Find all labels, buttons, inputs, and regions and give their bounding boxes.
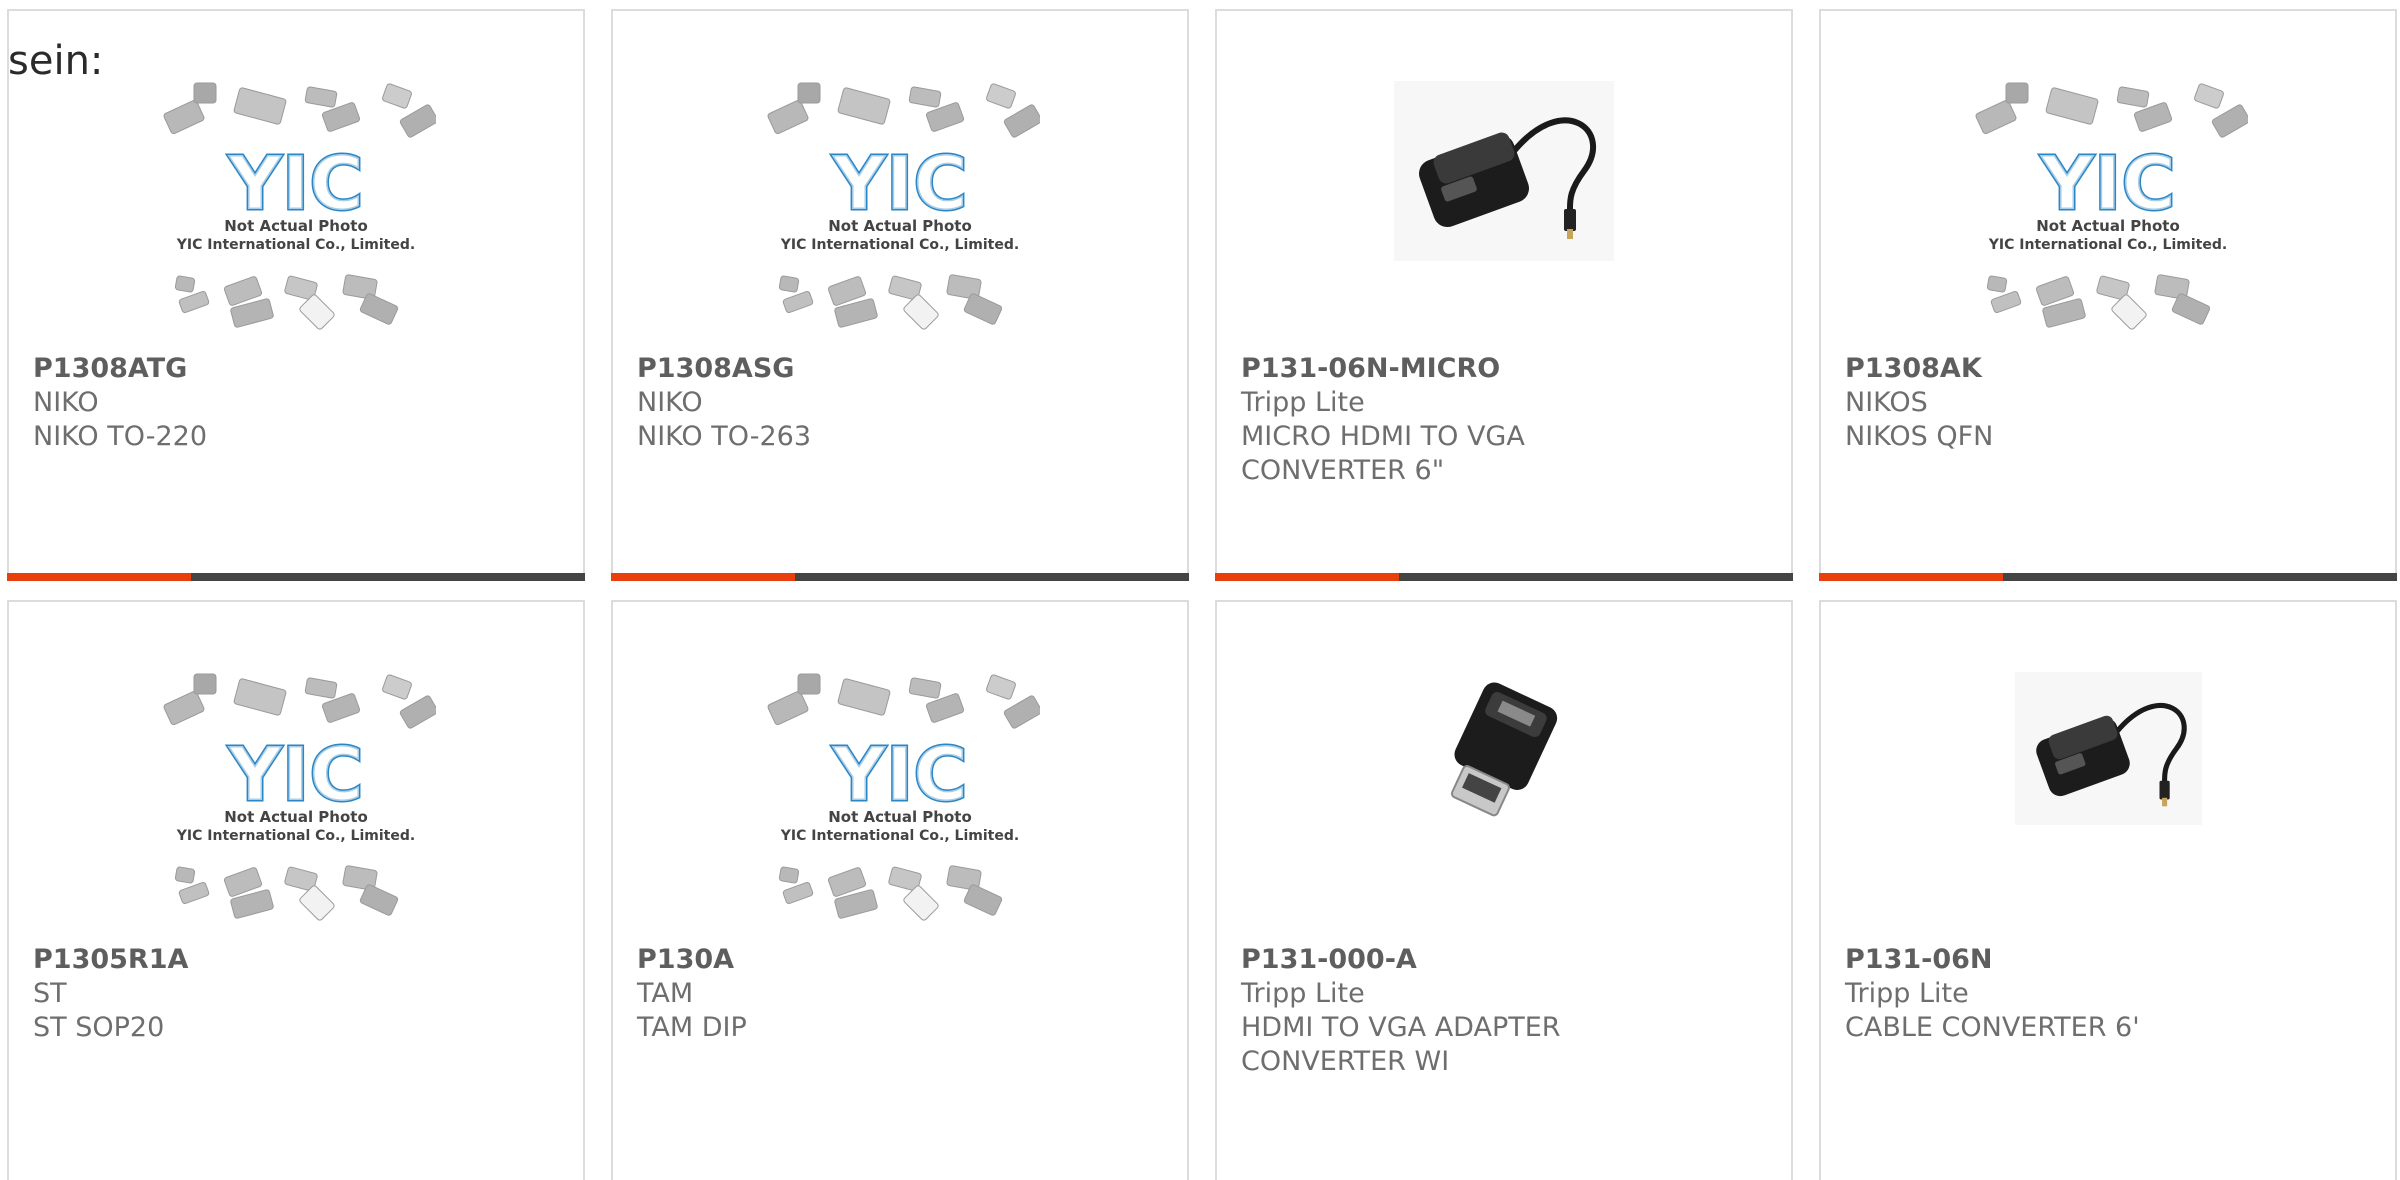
card-accent-bar bbox=[1819, 573, 2397, 581]
product-image[interactable] bbox=[1821, 672, 2395, 942]
product-card[interactable]: YIC YIC Not Actual Photo YIC International … bbox=[7, 600, 585, 1180]
svg-text:YIC: YIC bbox=[831, 141, 967, 227]
accent-segment bbox=[1215, 573, 1399, 581]
description-text: CABLE CONVERTER 6' bbox=[1845, 1012, 2140, 1043]
product-image[interactable]: YIC YIC Not Actual Photo YIC International … bbox=[613, 672, 1187, 942]
part-number-link[interactable]: P131-000-A bbox=[1241, 943, 1767, 977]
overflow-label-text: sein: bbox=[8, 38, 104, 84]
brand-label: NIKOS bbox=[1845, 387, 1928, 418]
svg-text:YIC International Co., Limited: YIC International Co., Limited. bbox=[1988, 237, 2227, 253]
brand-label: NIKO bbox=[33, 387, 99, 418]
description-text: ST SOP20 bbox=[33, 1012, 165, 1043]
product-image[interactable]: YIC YIC Not Actual Photo YIC International … bbox=[1821, 81, 2395, 351]
part-number-link[interactable]: P1305R1A bbox=[33, 943, 559, 977]
brand-label: ST bbox=[33, 978, 67, 1009]
svg-text:Not Actual Photo: Not Actual Photo bbox=[828, 217, 972, 235]
product-card[interactable]: P131-06N-MICRO Tripp Lite MICRO HDMI TO … bbox=[1215, 9, 1793, 581]
product-info: P1308ASG NIKO NIKO TO-263 bbox=[637, 352, 1163, 454]
product-card[interactable]: P131-000-A Tripp Lite HDMI TO VGA ADAPTE… bbox=[1215, 600, 1793, 1180]
brand-label: Tripp Lite bbox=[1241, 387, 1365, 418]
description-text: MICRO HDMI TO VGA CONVERTER 6" bbox=[1241, 421, 1525, 486]
description-text: NIKO TO-220 bbox=[33, 421, 207, 452]
part-number-link[interactable]: P1308ASG bbox=[637, 352, 1163, 386]
part-number-link[interactable]: P130A bbox=[637, 943, 1163, 977]
product-info: P131-000-A Tripp Lite HDMI TO VGA ADAPTE… bbox=[1241, 943, 1767, 1079]
svg-text:Not Actual Photo: Not Actual Photo bbox=[2036, 217, 2180, 235]
svg-text:Not Actual Photo: Not Actual Photo bbox=[224, 808, 368, 826]
svg-text:YIC International Co., Limited: YIC International Co., Limited. bbox=[176, 237, 415, 253]
brand-label: Tripp Lite bbox=[1241, 978, 1365, 1009]
accent-segment bbox=[611, 573, 795, 581]
description-text: HDMI TO VGA ADAPTER CONVERTER WI bbox=[1241, 1012, 1561, 1077]
product-grid: YIC YIC Not Actual Photo YIC International … bbox=[0, 0, 2400, 1180]
part-number-link[interactable]: P1308ATG bbox=[33, 352, 559, 386]
svg-text:YIC: YIC bbox=[2039, 141, 2175, 227]
card-accent-bar bbox=[611, 573, 1189, 581]
product-image[interactable] bbox=[1217, 672, 1791, 942]
product-info: P131-06N Tripp Lite CABLE CONVERTER 6' bbox=[1845, 943, 2371, 1045]
svg-text:YIC: YIC bbox=[831, 732, 967, 818]
product-card[interactable]: YIC YIC Not Actual Photo YIC International … bbox=[7, 9, 585, 581]
product-info: P1305R1A ST ST SOP20 bbox=[33, 943, 559, 1045]
svg-text:Not Actual Photo: Not Actual Photo bbox=[224, 217, 368, 235]
product-card[interactable]: YIC YIC Not Actual Photo YIC International … bbox=[1819, 9, 2397, 581]
brand-label: Tripp Lite bbox=[1845, 978, 1969, 1009]
part-number-link[interactable]: P131-06N bbox=[1845, 943, 2371, 977]
description-text: TAM DIP bbox=[637, 1012, 747, 1043]
brand-label: TAM bbox=[637, 978, 694, 1009]
accent-segment bbox=[7, 573, 191, 581]
part-number-link[interactable]: P1308AK bbox=[1845, 352, 2371, 386]
svg-text:YIC International Co., Limited: YIC International Co., Limited. bbox=[780, 828, 1019, 844]
product-image[interactable]: YIC YIC Not Actual Photo YIC International … bbox=[9, 81, 583, 351]
svg-text:YIC: YIC bbox=[227, 732, 363, 818]
product-card[interactable]: YIC YIC Not Actual Photo YIC International … bbox=[611, 600, 1189, 1180]
product-image[interactable]: YIC YIC Not Actual Photo YIC International … bbox=[613, 81, 1187, 351]
svg-text:YIC International Co., Limited: YIC International Co., Limited. bbox=[176, 828, 415, 844]
svg-text:Not Actual Photo: Not Actual Photo bbox=[828, 808, 972, 826]
product-info: P131-06N-MICRO Tripp Lite MICRO HDMI TO … bbox=[1241, 352, 1767, 488]
product-card[interactable]: YIC YIC Not Actual Photo YIC International … bbox=[611, 9, 1189, 581]
product-image[interactable]: YIC YIC Not Actual Photo YIC International … bbox=[9, 672, 583, 942]
card-accent-bar bbox=[7, 573, 585, 581]
card-accent-bar bbox=[1215, 573, 1793, 581]
description-text: NIKOS QFN bbox=[1845, 421, 1994, 452]
description-text: NIKO TO-263 bbox=[637, 421, 811, 452]
product-image[interactable] bbox=[1217, 81, 1791, 351]
product-card[interactable]: P131-06N Tripp Lite CABLE CONVERTER 6' bbox=[1819, 600, 2397, 1180]
product-info: P1308ATG NIKO NIKO TO-220 bbox=[33, 352, 559, 454]
svg-text:YIC: YIC bbox=[227, 141, 363, 227]
accent-segment bbox=[1819, 573, 2003, 581]
brand-label: NIKO bbox=[637, 387, 703, 418]
svg-text:YIC International Co., Limited: YIC International Co., Limited. bbox=[780, 237, 1019, 253]
product-info: P1308AK NIKOS NIKOS QFN bbox=[1845, 352, 2371, 454]
part-number-link[interactable]: P131-06N-MICRO bbox=[1241, 352, 1767, 386]
product-info: P130A TAM TAM DIP bbox=[637, 943, 1163, 1045]
